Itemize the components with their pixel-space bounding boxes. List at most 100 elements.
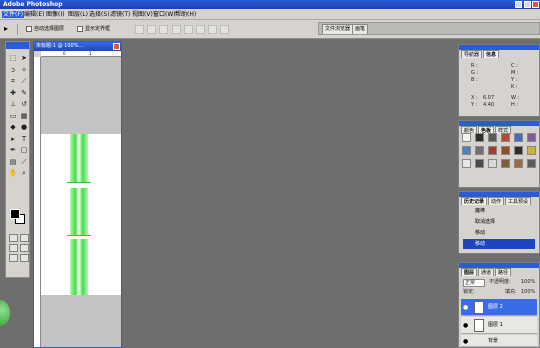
align-top-icon[interactable] xyxy=(135,25,144,34)
zoom-tool-icon[interactable]: ⌕ xyxy=(19,168,29,179)
menu-help[interactable]: 帮助(H) xyxy=(175,11,196,18)
slice-tool-icon[interactable]: ⟋ xyxy=(19,76,29,87)
canvas[interactable] xyxy=(41,57,121,347)
crop-tool-icon[interactable]: ⌗ xyxy=(8,76,18,87)
tab-info[interactable]: 信息 xyxy=(483,50,500,58)
jump-to-imageready-icon[interactable] xyxy=(20,254,29,262)
menu-layer[interactable]: 图层(L) xyxy=(68,11,88,18)
screen-mode-full-icon[interactable] xyxy=(20,244,29,252)
move-tool-icon[interactable]: ➤ xyxy=(19,53,29,64)
align-bottom-icon[interactable] xyxy=(159,25,168,34)
swatch-item[interactable] xyxy=(514,159,523,168)
swatch-item[interactable] xyxy=(462,146,471,155)
menu-edit[interactable]: 编辑(E) xyxy=(24,11,44,18)
eye-icon[interactable]: ● xyxy=(463,304,470,311)
pen-tool-icon[interactable]: ✒ xyxy=(8,145,18,156)
info-y-coord-label: Y : xyxy=(471,102,478,108)
history-item[interactable]: 魔棒 xyxy=(463,206,535,216)
type-tool-icon[interactable]: T xyxy=(19,134,29,145)
show-bounds-checkbox[interactable] xyxy=(77,26,83,32)
layer-row[interactable]: ● 图层 1 xyxy=(461,317,537,334)
layer-row[interactable]: ● 背景 xyxy=(461,335,537,347)
opacity-value[interactable]: 100% xyxy=(521,279,535,285)
menu-view[interactable]: 视图(V) xyxy=(132,11,153,18)
blur-tool-icon[interactable]: ◆ xyxy=(8,122,18,133)
swatch-item[interactable] xyxy=(488,133,497,142)
blend-mode-select[interactable]: 正常 xyxy=(463,279,485,287)
move-tool-icon[interactable]: ▸ xyxy=(4,24,18,35)
swatch-item[interactable] xyxy=(488,159,497,168)
tab-paths[interactable]: 路径 xyxy=(495,268,512,276)
lasso-tool-icon[interactable]: ↄ xyxy=(8,65,18,76)
swatch-item[interactable] xyxy=(475,146,484,155)
history-item[interactable]: 移动 xyxy=(463,228,535,238)
align-right-icon[interactable] xyxy=(196,25,205,34)
screen-mode-standard-icon[interactable] xyxy=(9,244,18,252)
eyedropper-tool-icon[interactable]: ⟋ xyxy=(19,157,29,168)
notes-tool-icon[interactable]: ▤ xyxy=(8,157,18,168)
fill-value[interactable]: 100% xyxy=(521,289,535,295)
menu-window[interactable]: 窗口(W) xyxy=(153,11,176,18)
menu-filter[interactable]: 滤镜(T) xyxy=(110,11,130,18)
close-button[interactable] xyxy=(532,1,539,8)
swatch-item[interactable] xyxy=(475,159,484,168)
swatch-item[interactable] xyxy=(527,159,536,168)
eraser-tool-icon[interactable]: ▭ xyxy=(8,111,18,122)
marquee-tool-icon[interactable]: ⬚ xyxy=(8,53,18,64)
swatch-item[interactable] xyxy=(527,133,536,142)
tab-brushes[interactable]: 画笔 xyxy=(352,24,369,34)
tab-file-browser[interactable]: 文件浏览器 xyxy=(322,24,354,34)
history-brush-tool-icon[interactable]: ↺ xyxy=(19,99,29,110)
foreground-color-swatch[interactable] xyxy=(10,209,20,219)
tab-actions[interactable]: 动作 xyxy=(488,197,505,205)
app-title: Adobe Photoshop xyxy=(3,1,63,8)
align-left-icon[interactable] xyxy=(172,25,181,34)
swatch-item[interactable] xyxy=(462,133,471,142)
clone-stamp-tool-icon[interactable]: ⊥ xyxy=(8,99,18,110)
swatch-item[interactable] xyxy=(488,146,497,155)
eye-icon[interactable]: ● xyxy=(463,338,470,345)
history-tabs: 历史记录 动作 工具预设 xyxy=(461,197,532,205)
quick-mask-icon[interactable] xyxy=(20,234,29,242)
distribute-middle-icon[interactable] xyxy=(220,25,229,34)
dodge-tool-icon[interactable]: ● xyxy=(19,122,29,133)
menu-select[interactable]: 选择(S) xyxy=(89,11,110,18)
align-middle-icon[interactable] xyxy=(147,25,156,34)
menu-file[interactable]: 文件(F) xyxy=(2,11,25,18)
info-y-label: Y : xyxy=(511,77,518,83)
history-item-selected[interactable]: 移动 xyxy=(463,239,535,249)
swatch-item[interactable] xyxy=(462,159,471,168)
tab-layers[interactable]: 图层 xyxy=(461,268,478,276)
menu-image[interactable]: 图像(I) xyxy=(46,11,64,18)
swatch-item[interactable] xyxy=(514,146,523,155)
maximize-button[interactable] xyxy=(524,1,531,8)
document-title-bar[interactable]: 未标题-1 @ 100%... xyxy=(34,42,121,51)
swatch-item[interactable] xyxy=(514,133,523,142)
healing-brush-tool-icon[interactable]: ✚ xyxy=(8,88,18,99)
standard-mode-icon[interactable] xyxy=(9,234,18,242)
screen-mode-menubar-icon[interactable] xyxy=(9,254,18,262)
magic-wand-tool-icon[interactable]: ✧ xyxy=(19,65,29,76)
distribute-top-icon[interactable] xyxy=(208,25,217,34)
document-close-button[interactable] xyxy=(113,43,120,50)
swatch-item[interactable] xyxy=(527,146,536,155)
swatch-item[interactable] xyxy=(501,146,510,155)
swatch-item[interactable] xyxy=(475,133,484,142)
gradient-tool-icon[interactable]: ▦ xyxy=(19,111,29,122)
tab-navigator[interactable]: 导航器 xyxy=(461,50,483,58)
history-item[interactable]: 取消选择 xyxy=(463,217,535,227)
swatch-item[interactable] xyxy=(501,159,510,168)
brush-tool-icon[interactable]: ✎ xyxy=(19,88,29,99)
eye-icon[interactable]: ● xyxy=(463,322,470,329)
minimize-button[interactable] xyxy=(515,1,522,8)
tab-channels[interactable]: 通道 xyxy=(478,268,495,276)
auto-select-checkbox[interactable] xyxy=(26,26,32,32)
layer-row-selected[interactable]: ● 图层 2 xyxy=(461,299,537,316)
path-selection-tool-icon[interactable]: ▸ xyxy=(8,134,18,145)
swatch-item[interactable] xyxy=(501,133,510,142)
tab-history[interactable]: 历史记录 xyxy=(461,197,488,205)
tab-tool-presets[interactable]: 工具预设 xyxy=(505,197,532,205)
hand-tool-icon[interactable]: ✋ xyxy=(8,168,18,179)
align-center-icon[interactable] xyxy=(184,25,193,34)
shape-tool-icon[interactable]: ▢ xyxy=(19,145,29,156)
